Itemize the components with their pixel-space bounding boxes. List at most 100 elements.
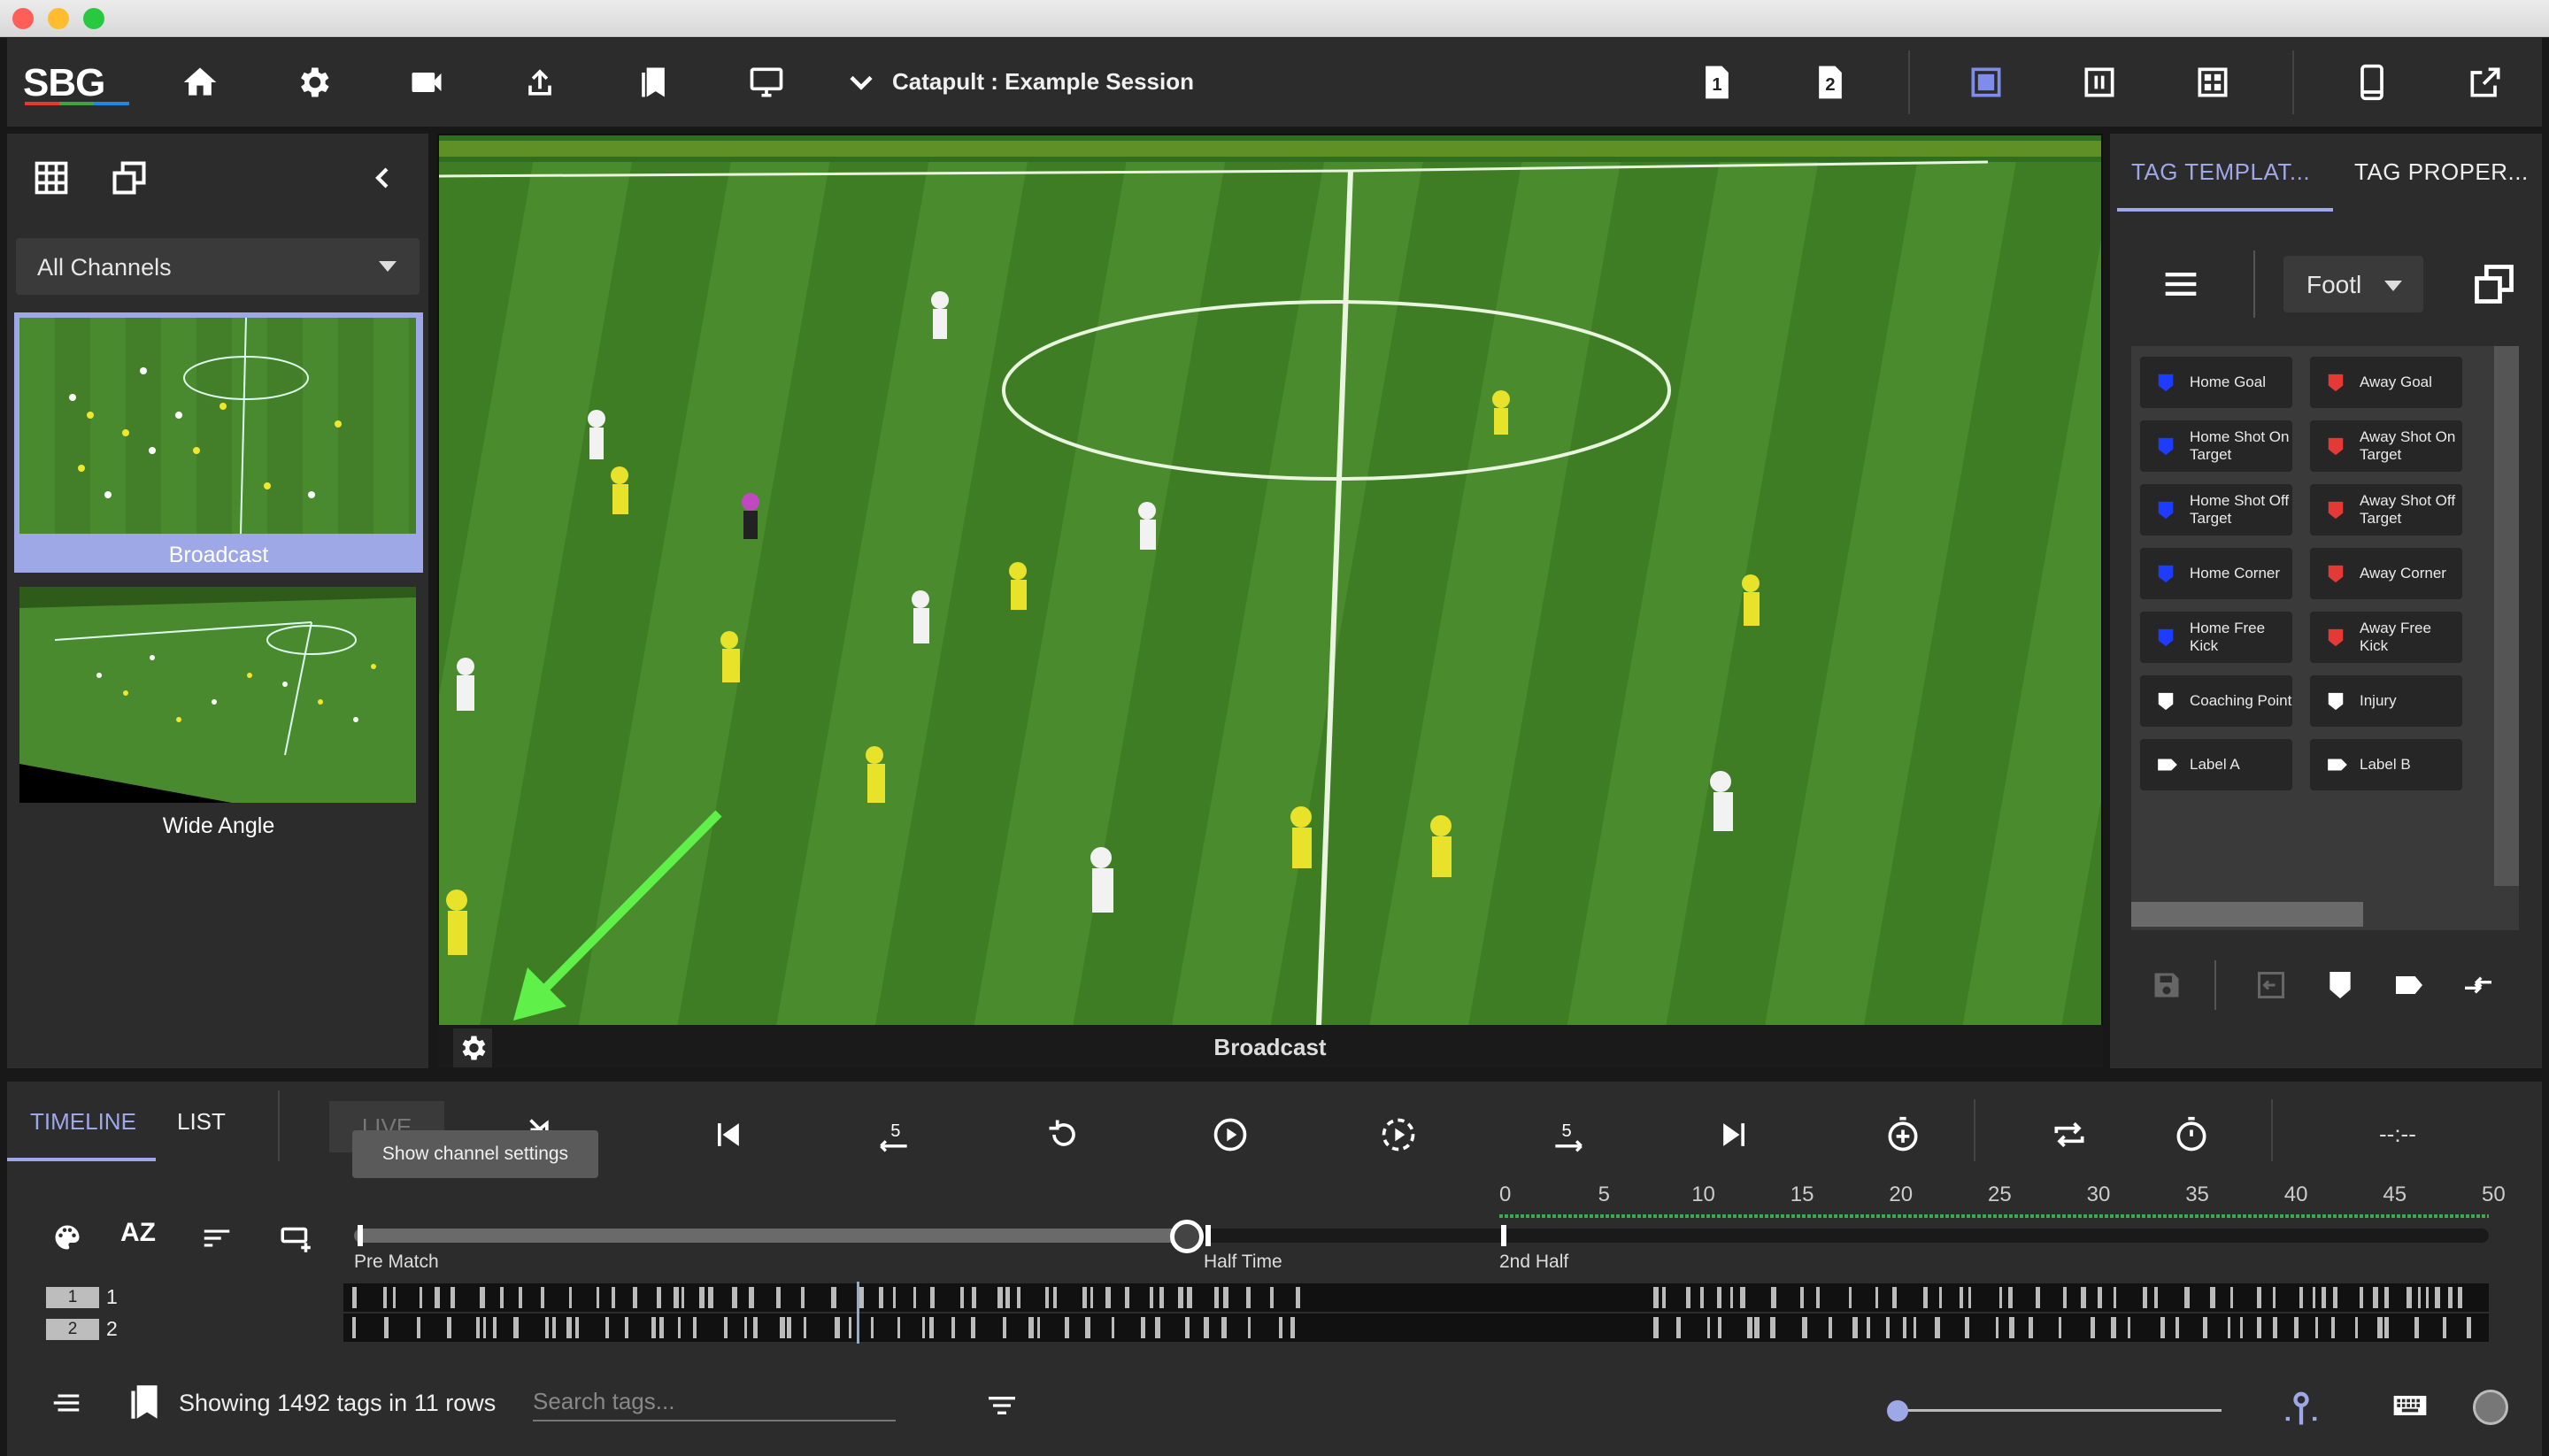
tag-marker[interactable]: [651, 1317, 656, 1338]
minimize-window-button[interactable]: [48, 8, 69, 29]
skip-forward-5-icon[interactable]: 5: [1542, 1108, 1595, 1161]
tag-marker[interactable]: [575, 1317, 579, 1338]
tag-marker[interactable]: [625, 1317, 628, 1338]
tag-marker[interactable]: [2373, 1287, 2378, 1308]
tag-marker[interactable]: [1296, 1287, 1300, 1308]
tag-marker[interactable]: [417, 1317, 420, 1338]
tag-marker[interactable]: [1770, 1317, 1775, 1338]
menu-icon[interactable]: [2158, 261, 2204, 307]
tag-button[interactable]: Away Goal: [2310, 357, 2462, 408]
tag-marker[interactable]: [859, 1287, 864, 1308]
tag-marker[interactable]: [1065, 1317, 1069, 1338]
tag-marker[interactable]: [708, 1287, 713, 1308]
tag-marker[interactable]: [1290, 1317, 1295, 1338]
tag-marker[interactable]: [1662, 1287, 1666, 1308]
tag-button[interactable]: Label A: [2140, 739, 2292, 790]
tag-marker[interactable]: [1653, 1287, 1659, 1308]
scrubber-handle[interactable]: [1169, 1220, 1204, 1253]
tag-marker[interactable]: [451, 1287, 455, 1308]
channel-card-broadcast[interactable]: Broadcast: [14, 312, 423, 573]
tag-marker[interactable]: [2210, 1287, 2215, 1308]
tag-marker[interactable]: [500, 1287, 504, 1308]
tag-marker[interactable]: [1178, 1287, 1183, 1308]
tag-marker[interactable]: [1730, 1287, 1733, 1308]
repeat-icon[interactable]: [2043, 1108, 2096, 1161]
tag-marker[interactable]: [951, 1317, 955, 1338]
tag-marker[interactable]: [447, 1317, 451, 1338]
skip-to-start-icon[interactable]: [701, 1108, 754, 1161]
tag-marker[interactable]: [2176, 1317, 2179, 1338]
tag-marker[interactable]: [2008, 1287, 2013, 1308]
open-external-icon[interactable]: [2460, 58, 2510, 107]
tag-marker[interactable]: [674, 1287, 679, 1308]
home-icon[interactable]: [175, 58, 225, 107]
tag-marker[interactable]: [1204, 1317, 1209, 1338]
tag-marker[interactable]: [787, 1317, 791, 1338]
horizontal-scrollbar[interactable]: [2131, 902, 2363, 927]
tag-marker[interactable]: [1939, 1287, 1942, 1308]
tag-marker[interactable]: [1700, 1287, 1704, 1308]
import-icon[interactable]: [2255, 969, 2287, 1001]
stopwatch-icon[interactable]: [2165, 1108, 2218, 1161]
tag-button[interactable]: Label B: [2310, 739, 2462, 790]
tag-marker[interactable]: [1017, 1287, 1020, 1308]
tag-marker[interactable]: [1968, 1287, 1971, 1308]
tag-marker[interactable]: [724, 1317, 728, 1338]
tag-marker[interactable]: [2448, 1287, 2453, 1308]
skip-back-5-icon[interactable]: 5: [867, 1108, 920, 1161]
tag-marker[interactable]: [1717, 1287, 1721, 1308]
tag-marker[interactable]: [835, 1317, 840, 1338]
tag-button[interactable]: Away Shot Off Target: [2310, 484, 2462, 535]
tag-marker[interactable]: [1740, 1287, 1745, 1308]
tag-marker[interactable]: [972, 1287, 976, 1308]
tag-marker[interactable]: [2273, 1287, 2276, 1308]
tag-marker[interactable]: [519, 1287, 522, 1308]
tag-marker[interactable]: [897, 1317, 900, 1338]
tag-marker[interactable]: [1270, 1287, 1274, 1308]
replay-icon[interactable]: [1037, 1108, 1090, 1161]
tag-button[interactable]: Coaching Point: [2140, 675, 2292, 727]
tag-button[interactable]: Away Shot On Target: [2310, 420, 2462, 472]
channel-filter-select[interactable]: All Channels: [16, 238, 420, 295]
tag-marker[interactable]: [435, 1287, 440, 1308]
page-1-icon[interactable]: 1: [1692, 58, 1742, 107]
tag-marker[interactable]: [849, 1317, 851, 1338]
tag-button[interactable]: Home Goal: [2140, 357, 2292, 408]
tag-marker[interactable]: [2009, 1317, 2014, 1338]
add-row-icon[interactable]: [278, 1220, 315, 1257]
tag-marker[interactable]: [753, 1317, 758, 1338]
tag-marker[interactable]: [2240, 1317, 2243, 1338]
tag-marker[interactable]: [2081, 1287, 2086, 1308]
tag-marker[interactable]: [831, 1287, 836, 1308]
rows-menu-icon[interactable]: [50, 1386, 83, 1420]
play-loop-icon[interactable]: [1372, 1108, 1425, 1161]
tag-marker[interactable]: [2322, 1287, 2326, 1308]
tag-marker[interactable]: [699, 1287, 705, 1308]
row-label[interactable]: 1: [106, 1285, 118, 1309]
tag-marker[interactable]: [493, 1317, 497, 1338]
tag-marker[interactable]: [1045, 1287, 1049, 1308]
tag-marker[interactable]: [2114, 1287, 2116, 1308]
tag-marker[interactable]: [2184, 1287, 2190, 1308]
search-tags-input[interactable]: [533, 1383, 896, 1421]
page-2-icon[interactable]: 2: [1806, 58, 1855, 107]
tab-tag-templates[interactable]: TAG TEMPLAT...: [2131, 158, 2310, 186]
tag-marker[interactable]: [871, 1317, 874, 1338]
tag-marker[interactable]: [2418, 1287, 2421, 1308]
tag-marker[interactable]: [971, 1317, 975, 1338]
sort-alpha-icon[interactable]: AZ: [120, 1218, 163, 1257]
tag-marker[interactable]: [1187, 1287, 1192, 1308]
tag-marker[interactable]: [776, 1287, 781, 1308]
tag-button[interactable]: Home Shot Off Target: [2140, 484, 2292, 535]
tag-marker[interactable]: [2128, 1317, 2130, 1338]
chevron-down-icon[interactable]: [836, 58, 886, 107]
tag-marker[interactable]: [597, 1287, 599, 1308]
tag-marker[interactable]: [2036, 1287, 2040, 1308]
tag-marker[interactable]: [960, 1287, 964, 1308]
tag-marker[interactable]: [2203, 1317, 2207, 1338]
tag-marker[interactable]: [1155, 1317, 1160, 1338]
tag-marker[interactable]: [1960, 1287, 1963, 1308]
tag-marker[interactable]: [1279, 1317, 1282, 1338]
zoom-center-icon[interactable]: [2278, 1384, 2324, 1430]
save-icon[interactable]: [2151, 969, 2183, 1001]
